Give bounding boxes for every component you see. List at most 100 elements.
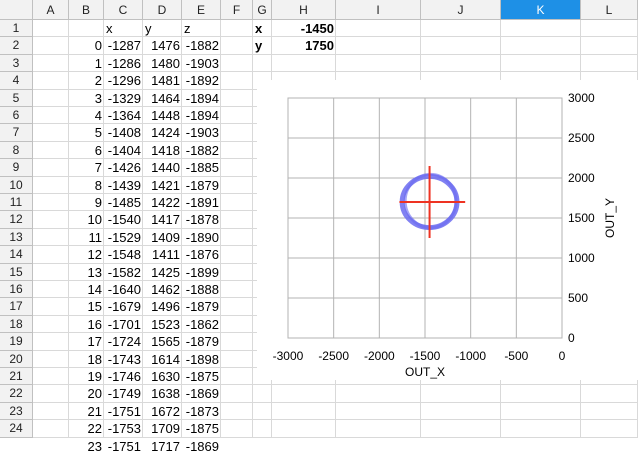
cell-value[interactable]: 1425 — [143, 264, 182, 281]
cell-value[interactable]: 13 — [69, 264, 104, 281]
cell-value[interactable]: -1890 — [182, 229, 221, 246]
cell[interactable] — [253, 54, 272, 73]
cell[interactable] — [33, 72, 69, 90]
cell-value[interactable]: 8 — [69, 177, 104, 194]
cell[interactable] — [33, 402, 69, 421]
cell-value[interactable]: 1448 — [143, 107, 182, 124]
row-header-17[interactable]: 17 — [0, 298, 33, 316]
cell[interactable] — [221, 176, 253, 194]
cell[interactable] — [336, 420, 421, 438]
cell-value[interactable]: 1565 — [143, 333, 182, 350]
cell[interactable] — [501, 420, 581, 438]
cell-value[interactable]: -1746 — [104, 368, 143, 385]
column-header-h[interactable]: H — [272, 0, 336, 20]
cell-value[interactable]: 1614 — [143, 351, 182, 368]
cell-value[interactable]: -1891 — [182, 194, 221, 211]
row-header-9[interactable]: 9 — [0, 159, 33, 177]
cell-value[interactable]: -1364 — [104, 107, 143, 124]
cell-value[interactable]: -1404 — [104, 142, 143, 159]
cell[interactable] — [221, 141, 253, 160]
cell-value[interactable]: -1724 — [104, 333, 143, 350]
cell[interactable] — [221, 402, 253, 421]
cell[interactable] — [501, 37, 581, 55]
cell-value[interactable]: -1899 — [182, 264, 221, 281]
cell[interactable] — [336, 54, 421, 73]
cell[interactable] — [221, 263, 253, 281]
cell-value[interactable]: -1450 — [272, 20, 336, 37]
cell-value[interactable]: -1529 — [104, 229, 143, 246]
cell[interactable] — [221, 228, 253, 247]
cell-value[interactable]: 1717 — [143, 438, 182, 455]
cell-value[interactable]: 1630 — [143, 368, 182, 385]
row-header-2[interactable]: 2 — [0, 37, 33, 55]
cell[interactable] — [581, 402, 638, 421]
cell[interactable] — [221, 159, 253, 177]
cell[interactable] — [421, 37, 501, 55]
cell[interactable] — [221, 89, 253, 107]
cell-value[interactable]: 1709 — [143, 420, 182, 437]
cell[interactable] — [221, 420, 253, 438]
cell-value[interactable]: -1903 — [182, 124, 221, 141]
column-header-b[interactable]: B — [69, 0, 104, 20]
cell[interactable] — [221, 298, 253, 316]
cell[interactable] — [221, 124, 253, 142]
cell-value[interactable]: -1875 — [182, 368, 221, 385]
row-header-24[interactable]: 24 — [0, 420, 33, 438]
cell[interactable] — [33, 124, 69, 142]
cell-value[interactable]: -1485 — [104, 194, 143, 211]
cell-value[interactable]: -1548 — [104, 246, 143, 263]
cell-value[interactable]: 1462 — [143, 281, 182, 298]
cell[interactable] — [253, 385, 272, 403]
cell[interactable] — [253, 420, 272, 438]
cell[interactable] — [421, 54, 501, 73]
cell-value[interactable]: -1898 — [182, 351, 221, 368]
cell-value[interactable]: -1876 — [182, 246, 221, 263]
cell-value[interactable]: 5 — [69, 124, 104, 141]
column-header-k[interactable]: K — [501, 0, 581, 20]
scatter-chart[interactable]: -3000 -2500 -2000 -1500 -1000 -500 0 0 500 1000 15… — [257, 80, 644, 380]
cell-value[interactable]: 23 — [69, 438, 104, 455]
column-header-f[interactable]: F — [221, 0, 253, 20]
row-header-10[interactable]: 10 — [0, 176, 33, 194]
cell-value[interactable]: -1751 — [104, 403, 143, 420]
cell-value[interactable]: -1408 — [104, 124, 143, 141]
cell-value[interactable]: -1879 — [182, 333, 221, 350]
cell-value[interactable]: y — [143, 20, 182, 37]
cell-value[interactable]: y — [253, 37, 272, 54]
cell[interactable] — [33, 141, 69, 160]
cell-value[interactable]: -1286 — [104, 55, 143, 72]
cell-value[interactable]: 3 — [69, 90, 104, 107]
cell[interactable] — [33, 385, 69, 403]
column-header-l[interactable]: L — [581, 0, 638, 20]
cell-value[interactable]: 1411 — [143, 246, 182, 263]
cell-value[interactable]: 0 — [69, 37, 104, 54]
cell-value[interactable]: 22 — [69, 420, 104, 437]
cell[interactable] — [336, 37, 421, 55]
cell-value[interactable]: 14 — [69, 281, 104, 298]
cell-value[interactable]: 1409 — [143, 229, 182, 246]
cell-value[interactable]: 4 — [69, 107, 104, 124]
cell[interactable] — [33, 20, 69, 38]
cell[interactable] — [33, 368, 69, 386]
cell[interactable] — [33, 228, 69, 247]
row-header-19[interactable]: 19 — [0, 333, 33, 351]
cell-value[interactable]: 2 — [69, 72, 104, 89]
cell-value[interactable]: 1523 — [143, 316, 182, 333]
cell[interactable] — [501, 402, 581, 421]
row-header-4[interactable]: 4 — [0, 72, 33, 90]
cell-value[interactable]: -1743 — [104, 351, 143, 368]
cell-value[interactable]: -1879 — [182, 177, 221, 194]
cell-value[interactable]: 1424 — [143, 124, 182, 141]
cell-value[interactable]: 19 — [69, 368, 104, 385]
cell-value[interactable]: -1749 — [104, 385, 143, 402]
row-header-8[interactable]: 8 — [0, 141, 33, 160]
cell[interactable] — [33, 89, 69, 107]
cell[interactable] — [221, 368, 253, 386]
cell-value[interactable]: -1582 — [104, 264, 143, 281]
cell[interactable] — [33, 159, 69, 177]
cell-value[interactable]: 17 — [69, 333, 104, 350]
cell[interactable] — [221, 315, 253, 334]
cell[interactable] — [421, 420, 501, 438]
cell-value[interactable]: -1873 — [182, 403, 221, 420]
cell-value[interactable]: -1882 — [182, 142, 221, 159]
